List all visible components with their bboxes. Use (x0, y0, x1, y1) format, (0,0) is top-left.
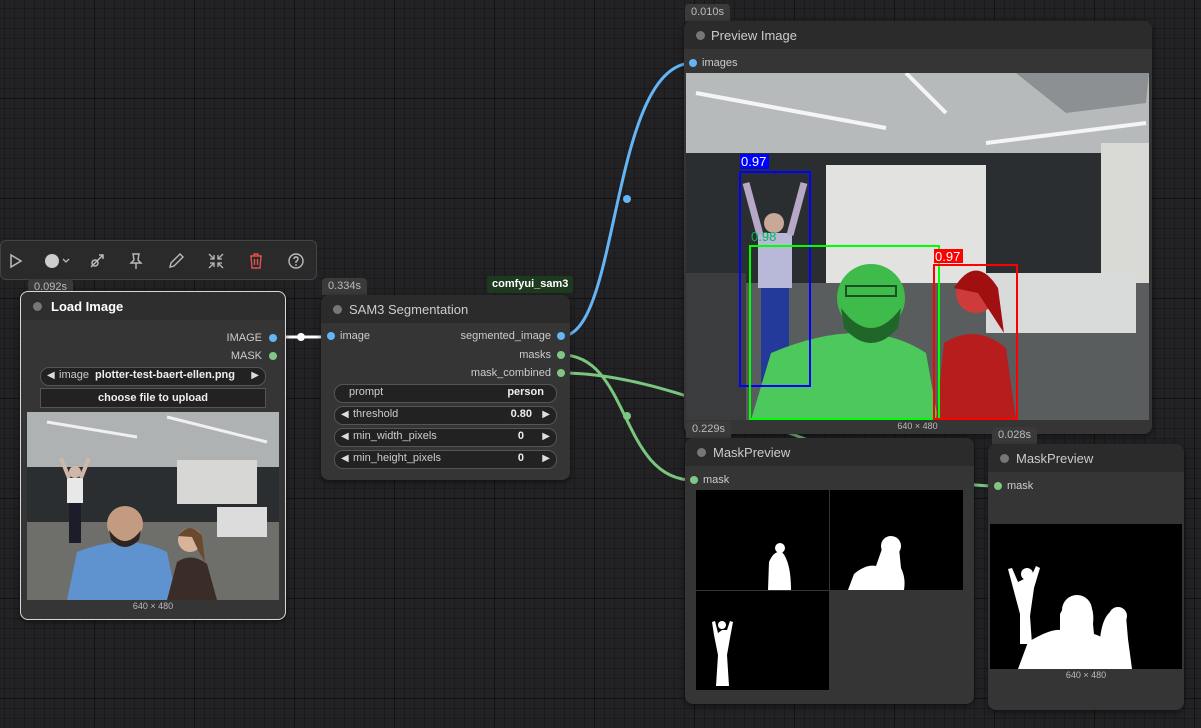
node-toolbar (0, 240, 317, 280)
output-socket-masks[interactable] (557, 351, 565, 359)
input-socket-mask[interactable] (690, 476, 698, 484)
node-title: MaskPreview (713, 445, 791, 460)
node-title: SAM3 Segmentation (349, 302, 469, 317)
output-label-masks: masks (519, 349, 551, 361)
image-combo-widget[interactable]: ◀ image plotter-test-baert-ellen.png ▶ (40, 367, 266, 386)
widget-label: min_height_pixels (353, 452, 442, 464)
execution-time-badge: 0.229s (686, 421, 732, 438)
widget-value: plotter-test-baert-ellen.png (95, 369, 235, 381)
input-label-image: image (340, 330, 370, 342)
widget-label: threshold (353, 408, 399, 420)
arrow-left-icon[interactable]: ◀ (341, 431, 349, 442)
output-socket-segmented-image[interactable] (557, 332, 565, 340)
prompt-text-widget[interactable]: prompt person (334, 384, 557, 403)
min-height-number-widget[interactable]: ◀ min_height_pixels 0 ▶ (334, 450, 557, 469)
arrow-left-icon[interactable]: ◀ (47, 370, 55, 381)
node-title: Preview Image (711, 28, 797, 43)
mask-grid-preview (696, 490, 963, 690)
mask-preview-node-2[interactable]: MaskPreview mask 640 × 480 (988, 444, 1184, 710)
input-label-images: images (702, 57, 738, 69)
detection-score-3: 0.97 (935, 249, 960, 264)
delete-icon[interactable] (242, 247, 270, 275)
arrow-right-icon[interactable]: ▶ (542, 453, 550, 464)
segmented-image-preview: 0.97 0.98 0.97 (686, 73, 1149, 420)
widget-value: 0 (517, 430, 524, 442)
widget-label: image (59, 369, 89, 381)
image-dimensions: 640 × 480 (897, 421, 938, 431)
color-circle-icon[interactable] (39, 247, 75, 275)
output-socket-mask[interactable] (269, 352, 277, 360)
upload-button[interactable]: choose file to upload (40, 388, 266, 408)
detection-score-1: 0.97 (741, 154, 766, 169)
image-dimensions: 640 × 480 (132, 601, 174, 611)
output-label-mask-combined: mask_combined (470, 367, 551, 379)
output-socket-mask-combined[interactable] (557, 369, 565, 377)
widget-value: 0.80 (510, 408, 532, 420)
node-status-dot[interactable] (697, 448, 706, 457)
upload-label: choose file to upload (97, 392, 208, 404)
input-socket-image[interactable] (327, 332, 335, 340)
pin-icon[interactable] (122, 247, 150, 275)
node-title: MaskPreview (1016, 451, 1094, 466)
widget-label: min_width_pixels (353, 430, 437, 442)
arrow-left-icon[interactable]: ◀ (341, 409, 349, 420)
collapse-icon[interactable] (202, 247, 230, 275)
node-status-dot[interactable] (696, 31, 705, 40)
combined-mask-preview (990, 524, 1182, 669)
arrow-left-icon[interactable]: ◀ (341, 453, 349, 464)
output-label-image: IMAGE (226, 332, 262, 344)
widget-value: 0 (517, 452, 524, 464)
edit-icon[interactable] (162, 247, 190, 275)
arrow-right-icon[interactable]: ▶ (251, 370, 259, 381)
node-status-dot[interactable] (33, 302, 42, 311)
bypass-icon[interactable] (83, 247, 111, 275)
node-status-dot[interactable] (1000, 454, 1009, 463)
input-label-mask: mask (1007, 480, 1034, 492)
output-label-mask: MASK (230, 350, 262, 362)
load-image-node[interactable]: Load Image IMAGE MASK ◀ image plotter-te… (20, 291, 286, 620)
input-label-mask: mask (703, 474, 730, 486)
play-icon[interactable] (1, 247, 29, 275)
execution-time-badge: 0.010s (685, 4, 731, 21)
min-width-number-widget[interactable]: ◀ min_width_pixels 0 ▶ (334, 428, 557, 447)
node-title: Load Image (51, 299, 124, 314)
arrow-right-icon[interactable]: ▶ (542, 431, 550, 442)
execution-time-badge: 0.028s (992, 427, 1038, 444)
execution-time-badge: 0.334s (322, 278, 368, 295)
sam3-segmentation-node[interactable]: SAM3 Segmentation image segmented_image … (321, 295, 570, 480)
node-source-tag: comfyui_sam3 (487, 276, 574, 293)
image-dimensions: 640 × 480 (1065, 670, 1107, 680)
help-icon[interactable] (282, 247, 310, 275)
output-label-segmented-image: segmented_image (460, 330, 551, 342)
output-socket-image[interactable] (269, 334, 277, 342)
threshold-number-widget[interactable]: ◀ threshold 0.80 ▶ (334, 406, 557, 425)
detection-score-2: 0.98 (751, 229, 776, 244)
node-status-dot[interactable] (333, 305, 342, 314)
loaded-image-preview (27, 412, 279, 600)
arrow-right-icon[interactable]: ▶ (542, 409, 550, 420)
widget-value: person (507, 386, 544, 398)
preview-image-node[interactable]: Preview Image images 0.97 0.98 0.97 640 … (684, 21, 1152, 434)
input-socket-images[interactable] (689, 59, 697, 67)
mask-preview-node-1[interactable]: MaskPreview mask (685, 438, 974, 704)
widget-label: prompt (349, 386, 384, 398)
input-socket-mask[interactable] (994, 482, 1002, 490)
